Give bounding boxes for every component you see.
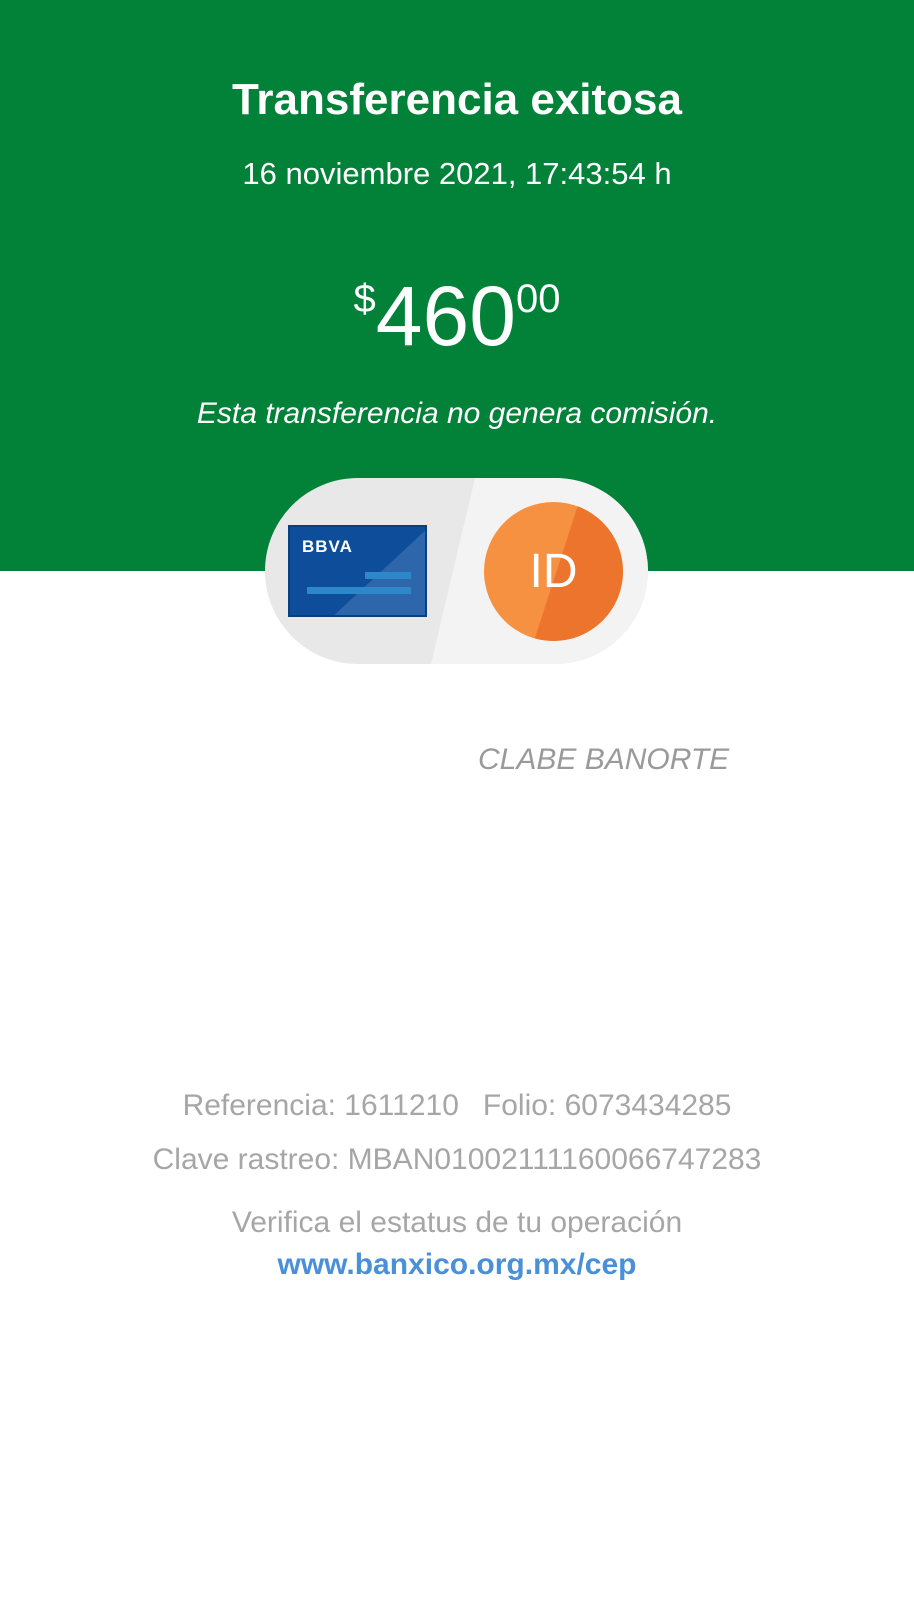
destination-account-label: CLABE BANORTE (478, 743, 730, 776)
amount-decimals: 00 (515, 277, 561, 321)
reference-number: Referencia: 1611210 (182, 1089, 459, 1122)
folio-number: Folio: 6073434285 (482, 1089, 732, 1122)
avatar-initials: ID (529, 545, 578, 598)
amount-currency: $ (353, 277, 376, 321)
reference-folio-line: Referencia: 1611210 Folio: 6073434285 (0, 1086, 914, 1126)
tracking-key: Clave rastreo: MBAN01002111160066747283 (152, 1143, 762, 1176)
bank-card-icon: BBVA (288, 525, 427, 617)
card-brand-label: BBVA (302, 537, 353, 556)
transfer-amount: $46000 (0, 268, 914, 364)
transfer-datetime: 16 noviembre 2021, 17:43:54 h (242, 156, 672, 191)
commission-note: Esta transferencia no genera comisión. (196, 397, 718, 430)
amount-integer: 460 (375, 269, 516, 363)
avatar: ID (484, 502, 623, 641)
origin-destination-pill: BBVA ID (265, 478, 648, 664)
banxico-cep-link[interactable]: www.banxico.org.mx/cep (0, 1245, 914, 1285)
verify-status-text: Verifica el estatus de tu operación (231, 1206, 683, 1239)
page-title: Transferencia exitosa (231, 75, 682, 124)
